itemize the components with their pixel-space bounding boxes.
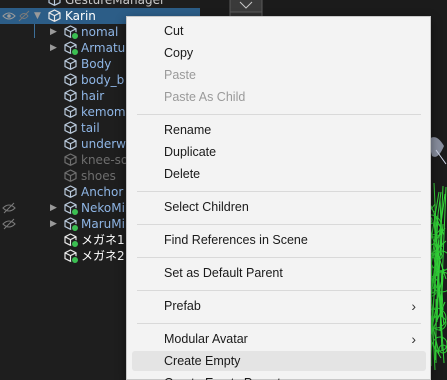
gameobject-name: nomal — [81, 25, 119, 39]
menu-item-label: Select Children — [164, 200, 249, 214]
menu-item-prefab[interactable]: Prefab › — [132, 296, 426, 316]
gameobject-cube-icon — [64, 217, 79, 232]
gameobject-cube-icon — [64, 249, 79, 264]
gameobject-cube-icon — [64, 153, 77, 166]
submenu-chevron-icon: › — [411, 298, 416, 314]
gameobject-name: Karin — [65, 9, 96, 23]
gameobject-name: shoes — [81, 169, 116, 183]
menu-item-label: Paste As Child — [164, 90, 246, 104]
menu-item-find-references-in-scene[interactable]: Find References in Scene — [132, 230, 426, 250]
gameobject-cube-icon — [48, 0, 61, 6]
gameobject-cube-icon — [64, 41, 79, 56]
add-badge-icon — [71, 208, 79, 216]
menu-item-modular-avatar[interactable]: Modular Avatar › — [132, 329, 426, 349]
visibility-hidden-icon[interactable] — [2, 202, 16, 214]
gameobject-cube-icon — [64, 25, 79, 40]
context-menu: Cut Copy Paste Paste As Child Rename Duplicat… — [126, 16, 431, 380]
menu-item-paste: Paste — [132, 65, 426, 85]
menu-item-label: Duplicate — [164, 145, 217, 159]
gameobject-name: メガネ1 — [81, 233, 125, 247]
gameobject-name: メガネ2 — [81, 249, 125, 263]
gameobject-name: hair — [81, 89, 105, 103]
foldout-arrow-icon[interactable]: ▼ — [34, 11, 42, 21]
gameobject-cube-icon — [64, 105, 77, 118]
menu-item-paste-as-child: Paste As Child — [132, 87, 426, 107]
menu-separator — [137, 290, 421, 291]
foldout-arrow-icon[interactable]: ▶ — [50, 27, 58, 37]
menu-item-label: Cut — [164, 24, 184, 38]
visibility-eye-icon[interactable] — [2, 10, 16, 22]
menu-item-delete[interactable]: Delete — [132, 164, 426, 184]
add-badge-icon — [71, 32, 79, 40]
menu-item-label: Copy — [164, 46, 194, 60]
gameobject-cube-icon — [64, 73, 77, 86]
menu-item-create-empty[interactable]: Create Empty — [132, 351, 426, 371]
add-badge-icon — [71, 48, 79, 56]
menu-item-label: Prefab — [164, 299, 201, 313]
pickable-hand-icon[interactable] — [18, 10, 32, 22]
menu-item-label: Set as Default Parent — [164, 266, 283, 280]
menu-item-select-children[interactable]: Select Children — [132, 197, 426, 217]
gameobject-cube-icon — [64, 121, 77, 134]
submenu-chevron-icon: › — [411, 331, 416, 347]
gameobject-cube-icon — [64, 185, 77, 198]
gameobject-name: Anchor — [81, 185, 124, 199]
gameobject-name: GestureManager — [65, 0, 165, 7]
foldout-arrow-icon[interactable]: ▶ — [50, 219, 58, 229]
menu-separator — [137, 257, 421, 258]
foldout-arrow-icon[interactable]: ▶ — [50, 43, 58, 53]
menu-item-label: Rename — [164, 123, 212, 137]
menu-separator — [137, 114, 421, 115]
add-badge-icon — [71, 240, 79, 248]
foldout-arrow-icon[interactable]: ▶ — [50, 203, 58, 213]
gameobject-cube-icon — [64, 89, 77, 102]
menu-item-rename[interactable]: Rename — [132, 120, 426, 140]
menu-item-label: Create Empty Parent — [164, 376, 281, 380]
gameobject-cube-icon — [64, 57, 77, 70]
gameobject-cube-icon — [64, 169, 77, 182]
gameobject-cube-icon — [48, 9, 61, 22]
gameobject-cube-icon — [64, 137, 77, 150]
menu-item-label: Create Empty — [164, 354, 241, 368]
gameobject-name: Body — [81, 57, 112, 71]
menu-item-copy[interactable]: Copy — [132, 43, 426, 63]
menu-separator — [137, 191, 421, 192]
menu-item-set-as-default-parent[interactable]: Set as Default Parent — [132, 263, 426, 283]
menu-item-label: Delete — [164, 167, 201, 181]
menu-separator — [137, 323, 421, 324]
gameobject-cube-icon — [64, 201, 79, 216]
add-badge-icon — [71, 256, 79, 264]
gameobject-name: tail — [81, 121, 100, 135]
hierarchy-guide-line — [34, 24, 35, 38]
add-badge-icon — [71, 224, 79, 232]
gameobject-cube-icon — [64, 233, 79, 248]
menu-item-label: Modular Avatar — [164, 332, 248, 346]
menu-item-label: Paste — [164, 68, 196, 82]
menu-separator — [137, 224, 421, 225]
menu-item-create-empty-parent[interactable]: Create Empty Parent — [132, 373, 426, 380]
visibility-hidden-icon[interactable] — [2, 218, 16, 230]
hierarchy-row[interactable]: GestureManager — [0, 0, 200, 8]
menu-item-label: Find References in Scene — [164, 233, 308, 247]
menu-item-cut[interactable]: Cut — [132, 21, 426, 41]
menu-item-duplicate[interactable]: Duplicate — [132, 142, 426, 162]
gameobject-name: body_b — [81, 73, 125, 87]
